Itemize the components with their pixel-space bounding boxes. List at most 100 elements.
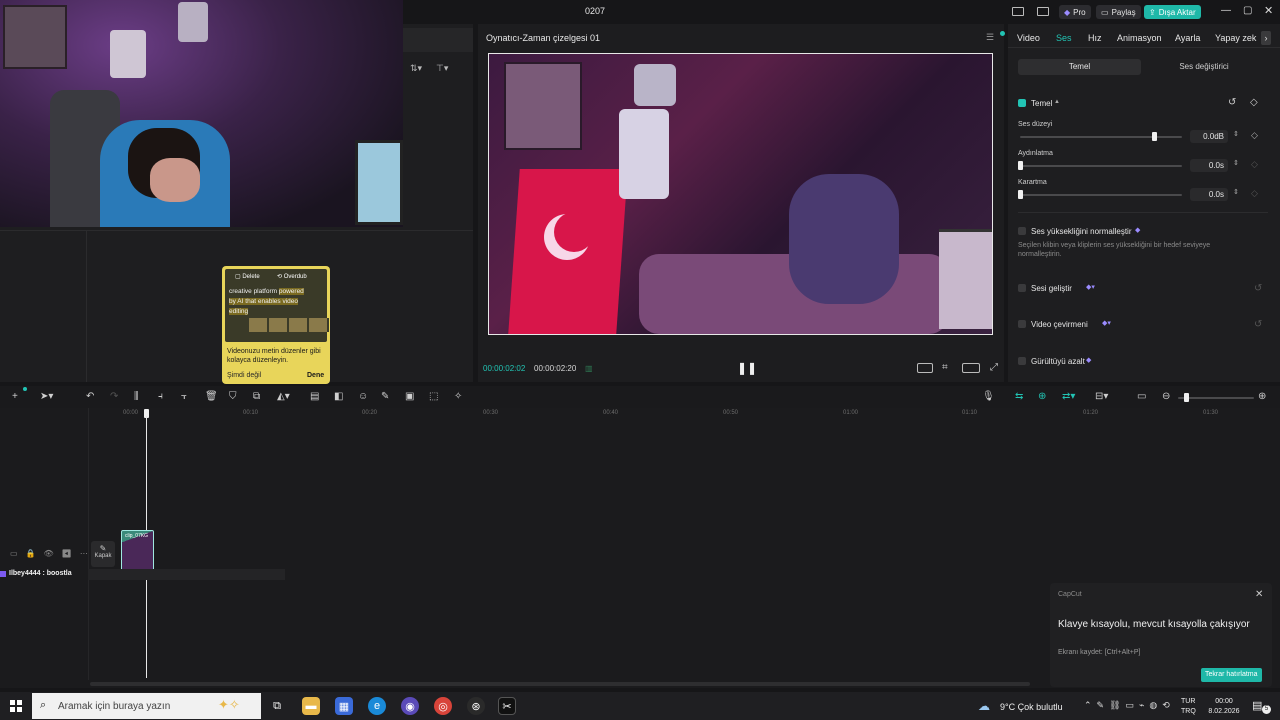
filter-icon[interactable]: ⊤▾ bbox=[436, 63, 448, 74]
zoom-slider-knob[interactable] bbox=[1184, 393, 1189, 402]
microphone-icon[interactable]: 🎙 bbox=[982, 391, 995, 403]
subtab-basic[interactable]: Temel bbox=[1018, 59, 1141, 75]
fade-out-slider-knob[interactable] bbox=[1018, 190, 1023, 199]
tab-ai[interactable]: Yapay zek bbox=[1215, 33, 1256, 43]
maximize-button[interactable]: ▢ bbox=[1243, 5, 1252, 16]
pause-button[interactable]: ❚❚ bbox=[737, 361, 757, 375]
volume-stepper[interactable]: ⇕ bbox=[1233, 130, 1239, 138]
tip-later-button[interactable]: Şimdi değil bbox=[227, 372, 261, 379]
tray-icons[interactable]: ⌃✎⛓▭⌁◍⟲ bbox=[1084, 700, 1175, 711]
redo-icon[interactable]: ↷ bbox=[110, 391, 118, 403]
sort-icon[interactable]: ⇅▾ bbox=[410, 63, 422, 74]
tab-audio[interactable]: Ses bbox=[1056, 33, 1072, 43]
split-left-icon[interactable]: ⫞ bbox=[158, 391, 163, 403]
mirror-icon[interactable]: ◧ bbox=[334, 391, 343, 403]
ratio-icon[interactable] bbox=[962, 363, 980, 373]
fade-in-value[interactable]: 0.0s bbox=[1190, 159, 1228, 172]
tab-adjust[interactable]: Ayarla bbox=[1175, 33, 1200, 43]
capcut-icon[interactable]: ✂ bbox=[498, 697, 516, 715]
fade-out-value[interactable]: 0.0s bbox=[1190, 188, 1228, 201]
subtab-voice-changer[interactable]: Ses değiştirici bbox=[1143, 59, 1265, 75]
person-icon[interactable]: ☺ bbox=[358, 391, 368, 403]
tab-scroll-button[interactable]: › bbox=[1261, 31, 1271, 45]
basic-checkbox[interactable] bbox=[1018, 99, 1026, 107]
tab-video[interactable]: Video bbox=[1017, 33, 1040, 43]
tip-try-button[interactable]: Dene bbox=[307, 372, 324, 379]
shape-icon[interactable]: ◭▾ bbox=[277, 391, 290, 403]
pro-button[interactable]: ◆ Pro bbox=[1059, 5, 1091, 19]
notification-close-icon[interactable]: ✕ bbox=[1255, 589, 1263, 600]
enhance-checkbox[interactable] bbox=[1018, 284, 1026, 292]
reset-icon[interactable]: ↺ bbox=[1254, 320, 1262, 330]
share-button[interactable]: ▭ Paylaş bbox=[1096, 5, 1141, 19]
shield-icon[interactable]: ⛉ bbox=[229, 391, 237, 403]
remind-again-button[interactable]: Tekrar hatırlatma bbox=[1201, 668, 1262, 682]
keyframe-icon[interactable]: ◇ bbox=[1250, 98, 1258, 108]
fade-in-slider-knob[interactable] bbox=[1018, 161, 1023, 170]
resize-icon[interactable]: ⬚ bbox=[429, 391, 438, 403]
split-view-icon[interactable]: ⊟▾ bbox=[1095, 391, 1108, 403]
weather-text[interactable]: 9°C Çok bulutlu bbox=[1000, 702, 1063, 712]
normalize-checkbox[interactable] bbox=[1018, 227, 1026, 235]
app-icon[interactable]: ⊛ bbox=[467, 697, 485, 715]
language-indicator[interactable]: TUR TRQ bbox=[1181, 697, 1196, 717]
menu-icon[interactable]: ☰ bbox=[986, 32, 994, 43]
zoom-slider[interactable] bbox=[1178, 397, 1254, 399]
preview-icon[interactable]: ▭ bbox=[1137, 391, 1146, 403]
clock[interactable]: 00:00 8.02.2026 bbox=[1205, 697, 1243, 717]
store-icon[interactable]: ▦ bbox=[335, 697, 353, 715]
ai-tool-icon[interactable]: ✧ bbox=[454, 391, 462, 403]
delete-icon[interactable]: 🗑 bbox=[205, 391, 218, 403]
windows-start-icon[interactable] bbox=[10, 700, 22, 712]
link-icon[interactable]: ⇄▾ bbox=[1062, 391, 1075, 403]
export-button[interactable]: ⇪ Dışa Aktar bbox=[1144, 5, 1201, 19]
volume-keyframe-icon[interactable]: ◇ bbox=[1251, 130, 1258, 141]
notification-center-icon[interactable]: ▤ bbox=[1252, 699, 1262, 712]
task-view-icon[interactable]: ⧉ bbox=[268, 697, 286, 715]
undo-icon[interactable]: ↶ bbox=[86, 391, 94, 403]
fade-out-keyframe-icon[interactable]: ◇ bbox=[1251, 188, 1258, 199]
crop-icon[interactable]: ⧉ bbox=[253, 391, 260, 403]
file-explorer-icon[interactable]: ▬ bbox=[302, 697, 320, 715]
reset-icon[interactable]: ↺ bbox=[1254, 284, 1262, 294]
volume-value[interactable]: 0.0dB bbox=[1190, 130, 1228, 143]
video-preview[interactable] bbox=[488, 53, 993, 335]
split-right-icon[interactable]: ⫟ bbox=[181, 391, 187, 403]
shortcut-icon[interactable] bbox=[1037, 7, 1049, 16]
volume-slider-knob[interactable] bbox=[1152, 132, 1158, 141]
tab-animation[interactable]: Animasyon bbox=[1117, 33, 1162, 43]
zoom-out-icon[interactable]: ⊖ bbox=[1162, 391, 1170, 403]
fade-in-slider[interactable] bbox=[1020, 165, 1182, 167]
freeze-icon[interactable]: ▤ bbox=[310, 391, 319, 403]
reset-icon[interactable]: ↺ bbox=[1228, 98, 1236, 108]
volume-slider[interactable] bbox=[1020, 136, 1182, 138]
add-icon[interactable]: + bbox=[12, 391, 18, 403]
magic-icon[interactable]: ✎ bbox=[381, 391, 389, 403]
translate-checkbox[interactable] bbox=[1018, 320, 1026, 328]
tab-speed[interactable]: Hız bbox=[1088, 33, 1102, 43]
edge-icon[interactable]: e bbox=[368, 697, 386, 715]
cover-button[interactable]: ✎ Kapak bbox=[91, 541, 115, 567]
timeline-scrollbar[interactable] bbox=[90, 682, 1030, 686]
caption-icon[interactable]: ▣ bbox=[405, 391, 414, 403]
caret-up-icon[interactable]: ▲ bbox=[1054, 99, 1060, 105]
layout-icon[interactable] bbox=[1012, 7, 1024, 16]
split-icon[interactable]: ⫼ bbox=[134, 391, 139, 403]
chrome-icon[interactable]: ◎ bbox=[434, 697, 452, 715]
fullscreen-icon[interactable]: ⤢ bbox=[990, 362, 998, 373]
taskbar-search-input[interactable]: ⌕ Aramak için buraya yazın ✦✧ bbox=[32, 693, 261, 719]
select-tool-icon[interactable]: ➤▾ bbox=[40, 391, 53, 403]
magnet-icon[interactable]: ⊕ bbox=[1038, 391, 1046, 403]
obs-icon[interactable]: ◉ bbox=[401, 697, 419, 715]
link-main-icon[interactable]: ⇆ bbox=[1015, 391, 1023, 403]
fade-in-keyframe-icon[interactable]: ◇ bbox=[1251, 159, 1258, 170]
denoise-checkbox[interactable] bbox=[1018, 357, 1026, 365]
fade-in-stepper[interactable]: ⇕ bbox=[1233, 159, 1239, 167]
subtitle-toggle-icon[interactable] bbox=[917, 363, 933, 373]
close-button[interactable]: ✕ bbox=[1264, 4, 1273, 17]
fade-out-slider[interactable] bbox=[1020, 194, 1182, 196]
minimize-button[interactable]: — bbox=[1221, 5, 1231, 16]
snapshot-icon[interactable]: ⌗ bbox=[942, 362, 948, 373]
zoom-in-icon[interactable]: ⊕ bbox=[1258, 391, 1266, 403]
fade-out-stepper[interactable]: ⇕ bbox=[1233, 188, 1239, 196]
